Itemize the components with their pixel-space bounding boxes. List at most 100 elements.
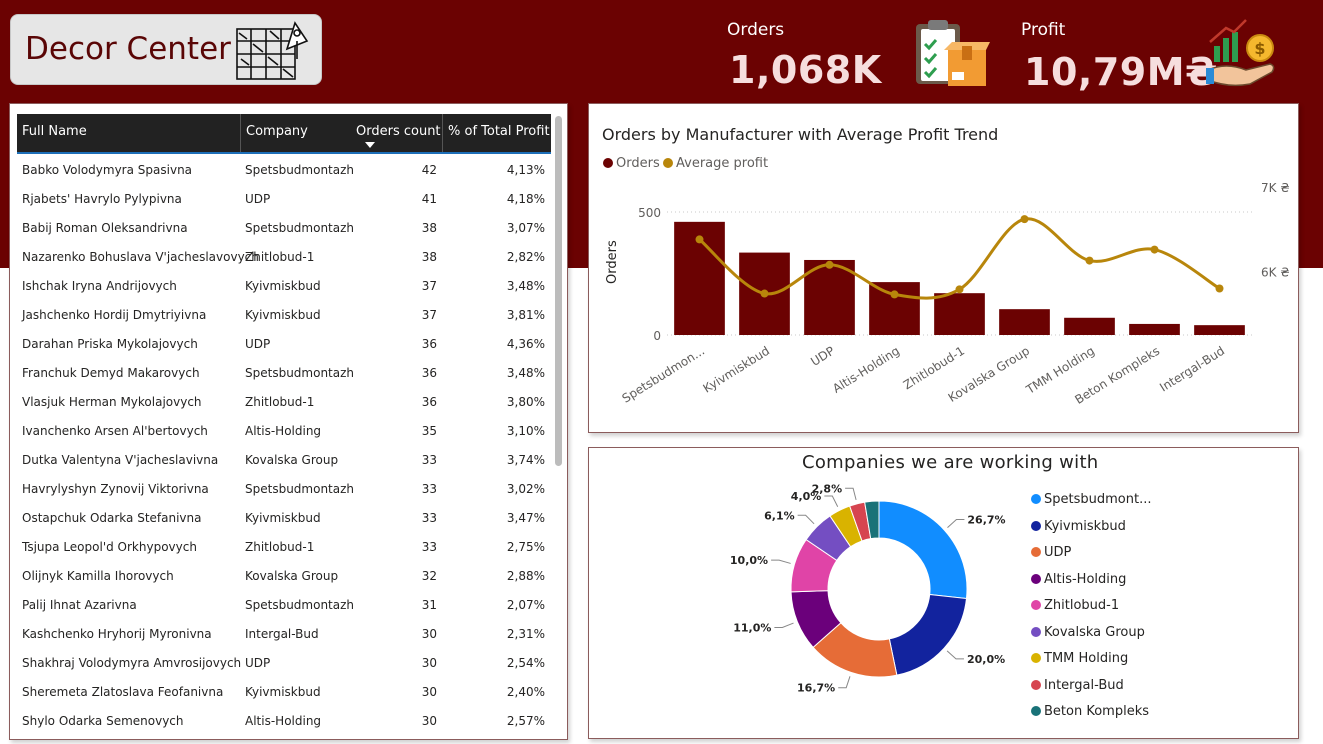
table-row[interactable]: Tsjupa Leopol'd Orkhypovych Zhitlobud-1 33… [17,533,551,562]
donut-leader-line [838,676,851,689]
donut-legend-item[interactable]: Kyivmiskbud [1031,519,1126,534]
cell-profit-share: 4,13% [506,163,545,177]
title-card: Decor Center [10,14,322,85]
table-row[interactable]: Havrylyshyn Zynovij Viktorivna Spetsbudmo… [17,475,551,504]
orders-kpi-label: Orders [727,20,785,40]
cell-full-name: Vlasjuk Herman Mykolajovych [22,395,202,409]
orders-bar [869,282,920,335]
x-tick-label: Intergal-Bud [1157,344,1227,395]
donut-legend-item[interactable]: Kovalska Group [1031,625,1145,640]
donut-legend-item[interactable]: TMM Holding [1031,651,1128,666]
table-row[interactable]: Nazarenko Bohuslava V'jacheslavovych Zhit… [17,243,551,272]
cell-profit-share: 4,18% [506,192,545,206]
cell-profit-share: 3,48% [506,366,545,380]
average-profit-point [955,285,964,294]
table-row[interactable]: Kashchenko Hryhorij Myronivna Intergal-Bu… [17,620,551,649]
table-row[interactable]: Shakhraj Volodymyra Amvrosijovych UDP 30 2,… [17,649,551,678]
table-scroll-thumb[interactable] [555,116,562,466]
table-row[interactable]: Ishchak Iryna Andrijovych Kyivmiskbud 37 3,… [17,272,551,301]
donut-legend-marker [1031,626,1041,637]
donut-leader-line [947,519,965,528]
donut-legend-label: Intergal-Bud [1044,677,1124,693]
cell-orders-count: 31 [421,598,437,612]
cell-profit-share: 3,81% [506,308,545,322]
cell-company: Spetsbudmontazh [245,163,355,177]
cell-orders-count: 30 [421,627,437,641]
donut-slice [888,593,968,676]
tiles-trowel-icon [236,21,309,80]
cell-full-name: Babij Roman Oleksandrivna [22,221,188,235]
column-header-profit-share[interactable]: % of Total Profit [442,114,550,152]
cell-profit-share: 3,10% [506,424,545,438]
donut-legend-item[interactable]: Altis-Holding [1031,572,1126,587]
table-row[interactable]: Olijnyk Kamilla Ihorovych Kovalska Group 3… [17,562,551,591]
cell-full-name: Ostapchuk Odarka Stefanivna [22,511,202,525]
cell-orders-count: 32 [421,569,437,583]
table-row[interactable]: Babij Roman Oleksandrivna Spetsbudmontazh… [17,214,551,243]
cell-company: Spetsbudmontazh [245,221,355,235]
donut-legend-item[interactable]: Spetsbudmont... [1031,492,1151,507]
table-row[interactable]: Dutka Valentyna V'jacheslavivna Kovalska … [17,446,551,475]
cell-full-name: Shylo Odarka Semenovych [22,714,184,728]
table-row[interactable]: Franchuk Demyd Makarovych Spetsbudmontazh… [17,359,551,388]
table-row[interactable]: Shylo Odarka Semenovych Altis-Holding 30 2,… [17,707,551,736]
x-tick-label: Altis-Holding [830,344,902,396]
cell-orders-count: 33 [421,511,437,525]
table-row[interactable]: Palij Ihnat Azarivna Spetsbudmontazh 31 2,0… [17,591,551,620]
cell-profit-share: 2,07% [506,598,545,612]
table-row[interactable]: Jashchenko Hordij Dmytriyivna Kyivmiskbud… [17,301,551,330]
donut-legend-item[interactable]: UDP [1031,545,1071,560]
table-row[interactable]: Babko Volodymyra Spasivna Spetsbudmontazh… [17,156,551,185]
donut-data-label: 6,1% [764,509,795,522]
average-profit-point [695,235,704,244]
table-row[interactable]: Sheremeta Zlatoslava Feofanivna Kyivmiskb… [17,678,551,707]
cell-company: Intergal-Bud [245,627,319,641]
cell-orders-count: 30 [421,714,437,728]
donut-legend-label: TMM Holding [1044,651,1129,666]
column-header-company[interactable]: Company [240,114,308,152]
cell-profit-share: 2,88% [506,569,545,583]
donut-legend-label: Spetsbudmont... [1044,492,1152,507]
donut-legend-marker [1031,679,1041,690]
cell-company: Kyivmiskbud [245,685,321,699]
cell-full-name: Ishchak Iryna Andrijovych [22,279,177,293]
average-profit-point [890,290,899,299]
donut-legend-item[interactable]: Intergal-Bud [1031,678,1124,693]
cell-orders-count: 37 [421,308,437,322]
donut-legend-item[interactable]: Beton Kompleks [1031,704,1149,719]
donut-legend-marker [1031,520,1041,531]
cell-company: UDP [245,656,271,670]
donut-legend-item[interactable]: Zhitlobud-1 [1031,598,1119,613]
table-row[interactable]: Ivanchenko Arsen Al'bertovych Altis-Holdi… [17,417,551,446]
cell-company: Zhitlobud-1 [245,250,315,264]
cell-orders-count: 30 [421,685,437,699]
cell-full-name: Palij Ihnat Azarivna [22,598,137,612]
average-profit-point [825,260,834,269]
table-header: Full Name Company Orders count % of Tota… [17,114,551,154]
companies-donut-card: Companies we are working with 26,7% 20,0%… [588,447,1299,739]
table-row[interactable]: Darahan Priska Mykolajovych UDP 36 4,36% [17,330,551,359]
cell-orders-count: 36 [421,395,437,409]
table-row[interactable]: Vlasjuk Herman Mykolajovych Zhitlobud-1 36… [17,388,551,417]
cell-profit-share: 3,02% [506,482,545,496]
table-row[interactable]: Rjabets' Havrylo Pylypivna UDP 41 4,18% [17,185,551,214]
x-tick-label: UDP [808,344,837,369]
average-profit-point [1150,245,1159,254]
combo-chart: 0 500 6K ₴ 7K ₴ Orders Spetsbudmon...Kyivmisk… [605,181,1290,407]
cell-orders-count: 42 [421,163,437,177]
cell-orders-count: 33 [421,540,437,554]
cell-profit-share: 3,80% [506,395,545,409]
cell-full-name: Kashchenko Hryhorij Myronivna [22,627,212,641]
orders-table-card: Full Name Company Orders count % of Tota… [9,103,568,740]
donut-legend-label: Kyivmiskbud [1044,518,1126,534]
column-header-full-name[interactable]: Full Name [22,114,87,152]
table-row[interactable]: Ostapchuk Odarka Stefanivna Kyivmiskbud 33… [17,504,551,533]
cell-company: UDP [245,337,271,351]
cell-company: Kyivmiskbud [245,511,321,525]
cell-orders-count: 36 [421,366,437,380]
cell-profit-share: 3,74% [506,453,545,467]
cell-profit-share: 3,07% [506,221,545,235]
cell-orders-count: 38 [421,250,437,264]
average-profit-point [1215,284,1224,293]
donut-leader-line [845,487,857,501]
